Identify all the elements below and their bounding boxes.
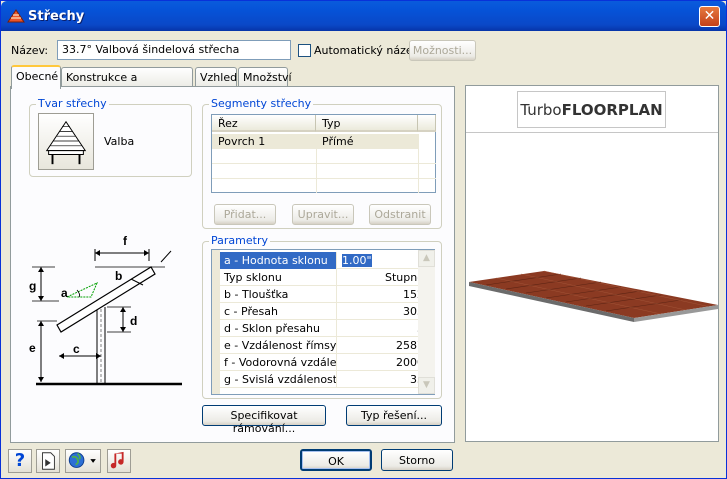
edit-segment-button[interactable]: Upravit... xyxy=(292,204,354,225)
tab-general[interactable]: Obecné xyxy=(11,65,61,89)
diagram-label-b: b xyxy=(115,269,122,283)
roof-3d-preview[interactable] xyxy=(466,134,718,441)
hip-roof-icon xyxy=(45,120,87,165)
roof-shape-button[interactable] xyxy=(38,113,94,170)
arrow-down-icon: ▼ xyxy=(423,380,430,390)
specify-framing-button[interactable]: Specifikovat rámování... xyxy=(202,405,326,435)
arrow-up-icon: ▲ xyxy=(423,253,430,263)
param-row-slope-type[interactable]: Typ sklonu Stupně xyxy=(220,269,428,286)
globe-icon xyxy=(68,452,96,468)
scroll-up-button[interactable]: ▲ xyxy=(418,250,435,267)
diagram-label-g: g xyxy=(29,279,36,293)
param-row-thickness[interactable]: b - Tloušťka 152 xyxy=(220,286,428,303)
param-row-slope-value[interactable]: a - Hodnota sklonu 1.00" xyxy=(220,252,428,269)
roof-preview-panel: TurboFLOORPLAN xyxy=(465,85,719,442)
ok-button[interactable]: OK xyxy=(300,449,372,471)
diagram-label-e: e xyxy=(29,341,36,355)
roof-shape-title: Tvar střechy xyxy=(36,97,109,110)
auto-name-label: Automatický název xyxy=(314,44,420,57)
diagram-label-a: a xyxy=(61,286,68,300)
sound-button[interactable] xyxy=(107,449,131,473)
name-input[interactable]: 33.7° Valbová šindelová střecha xyxy=(57,40,291,60)
param-row-eave-distance[interactable]: e - Vzdálenost římsy 2587 xyxy=(220,337,428,354)
options-button[interactable]: Možnosti... xyxy=(409,40,476,61)
param-row-vertical-distance[interactable]: g - Svislá vzdálenost 35 xyxy=(220,371,428,388)
name-label: Název: xyxy=(11,44,49,57)
segment-section-cell: Povrch 1 xyxy=(218,135,266,148)
parameters-title: Parametry xyxy=(209,234,270,247)
parameters-scrollbar[interactable]: ▲ ▼ xyxy=(418,250,435,394)
diagram-label-c: c xyxy=(73,342,80,356)
roof-app-icon xyxy=(7,9,25,23)
cancel-button[interactable]: Storno xyxy=(381,449,453,471)
column-header-filler xyxy=(418,115,436,132)
close-icon: ✕ xyxy=(703,8,716,24)
scroll-down-button[interactable]: ▼ xyxy=(418,377,435,394)
auto-name-checkbox[interactable] xyxy=(298,44,311,57)
roof-profile-diagram: f b g a d e c xyxy=(29,234,182,386)
remove-segment-button[interactable]: Odstranit xyxy=(369,204,431,225)
roof-type-label: Valba xyxy=(104,135,135,148)
parameters-grid[interactable]: a - Hodnota sklonu 1.00" Typ sklonu Stup… xyxy=(211,249,435,395)
segments-list[interactable]: Řez Typ Povrch 1 Přímé xyxy=(211,114,436,193)
diagram-label-d: d xyxy=(130,314,137,328)
window-title: Střechy xyxy=(28,9,85,24)
document-button[interactable] xyxy=(36,449,60,473)
segments-title: Segmenty střechy xyxy=(209,97,314,110)
document-icon xyxy=(42,452,55,470)
turbofloorplan-logo: TurboFLOORPLAN xyxy=(517,91,666,128)
title-bar[interactable]: Střechy ✕ xyxy=(1,1,726,31)
close-button[interactable]: ✕ xyxy=(699,6,720,27)
diagram-label-f: f xyxy=(123,234,128,248)
segments-group: Segmenty střechy Řez Typ Povrch 1 Přímé … xyxy=(202,97,442,229)
param-row-overhang-slope[interactable]: d - Sklon přesahu 5 xyxy=(220,320,428,337)
tab-appearance[interactable]: Vzhled xyxy=(195,67,237,87)
column-header-type[interactable]: Typ xyxy=(316,115,418,132)
help-button[interactable]: ? xyxy=(8,449,32,473)
roofs-dialog: Střechy ✕ Název: 33.7° Valbová šindelová… xyxy=(0,0,727,479)
param-row-horizontal-distance[interactable]: f - Vodorovná vzdálen... 2000 xyxy=(220,354,428,371)
column-header-section[interactable]: Řez xyxy=(212,115,316,132)
solution-type-button[interactable]: Typ řešení... xyxy=(346,405,442,426)
roof-shape-group: Tvar střechy Valba xyxy=(29,97,192,177)
help-icon: ? xyxy=(14,450,26,471)
segment-type-cell: Přímé xyxy=(322,135,354,148)
add-segment-button[interactable]: Přidat... xyxy=(214,204,276,225)
param-row-overhang[interactable]: c - Přesah 305 xyxy=(220,303,428,320)
tab-construction[interactable]: Konstrukce a podrobnosti xyxy=(61,67,193,97)
table-row[interactable]: Povrch 1 Přímé xyxy=(212,134,418,149)
music-note-icon xyxy=(110,451,124,469)
tab-quantity[interactable]: Množství xyxy=(238,67,292,87)
globe-dropdown-button[interactable] xyxy=(65,449,101,473)
slope-value-input[interactable]: 1.00" xyxy=(342,254,372,267)
